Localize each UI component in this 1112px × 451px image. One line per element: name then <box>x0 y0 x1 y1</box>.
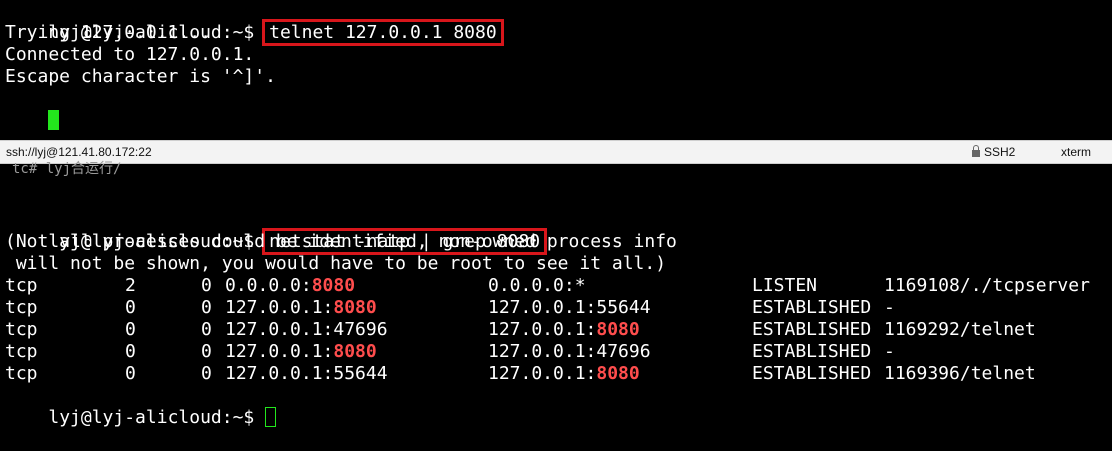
proto-cell: tcp <box>5 341 38 362</box>
session-status-bar: ssh://lyj@121.41.80.172:22 SSH2 xterm <box>0 140 1112 164</box>
local-address-cell: 0.0.0.0:8080 <box>225 275 356 296</box>
send-q-cell: 0 <box>201 275 212 296</box>
state-cell: ESTABLISHED <box>752 297 872 318</box>
program-cell: 1169108/./tcpserver <box>884 275 1090 296</box>
terminal-top[interactable]: lyj@lyj-alicloud:~$ telnet 127.0.0.1 808… <box>0 0 1112 140</box>
session-address: ssh://lyj@121.41.80.172:22 <box>6 145 152 159</box>
output-line: Connected to 127.0.0.1. <box>5 44 255 65</box>
recv-q-cell: 0 <box>125 319 136 340</box>
recv-q-cell: 0 <box>125 363 136 384</box>
port-highlight: 8080 <box>596 363 640 384</box>
tab-strip-remnant: tc# lyj合运行/ <box>0 161 1112 184</box>
foreign-address-cell: 127.0.0.1:55644 <box>488 297 651 318</box>
ghost-tab-text: tc# lyj合运行/ <box>12 161 122 177</box>
send-q-cell: 0 <box>201 341 212 362</box>
netstat-row: tcp 0 0 127.0.0.1:55644 127.0.0.1:8080 ESTABL… <box>5 363 1105 385</box>
foreign-address-cell: 0.0.0.0:* <box>488 275 586 296</box>
local-address-cell: 127.0.0.1:47696 <box>225 319 388 340</box>
output-line: Trying 127.0.0.1... <box>5 22 211 43</box>
foreign-address-cell: 127.0.0.1:8080 <box>488 319 640 340</box>
prompt-line: lyj@lyj-alicloud:~$ netstat -natp | grep… <box>5 209 548 255</box>
port-highlight: 8080 <box>333 297 377 318</box>
send-q-cell: 0 <box>201 363 212 384</box>
prompt: lyj@lyj-alicloud:~$ <box>48 407 255 428</box>
state-cell: ESTABLISHED <box>752 319 872 340</box>
program-cell: - <box>884 297 895 318</box>
cursor-line <box>5 88 60 130</box>
state-cell: ESTABLISHED <box>752 341 872 362</box>
program-cell: 1169292/telnet <box>884 319 1036 340</box>
port-highlight: 8080 <box>596 319 640 340</box>
send-q-cell: 0 <box>201 297 212 318</box>
proto-cell: tcp <box>5 363 38 384</box>
local-address-cell: 127.0.0.1:8080 <box>225 297 377 318</box>
telnet-command: telnet 127.0.0.1 8080 <box>262 19 504 46</box>
netstat-row: tcp 2 0 0.0.0.0:8080 0.0.0.0:* LISTEN 1169108/… <box>5 275 1105 297</box>
local-address-cell: 127.0.0.1:8080 <box>225 341 377 362</box>
foreign-address-cell: 127.0.0.1:8080 <box>488 363 640 384</box>
prompt-line: lyj@lyj-alicloud:~$ telnet 127.0.0.1 808… <box>5 0 504 46</box>
terminal-cursor <box>48 110 60 130</box>
state-cell: LISTEN <box>752 275 818 296</box>
proto-cell: tcp <box>5 319 38 340</box>
netstat-row: tcp 0 0 127.0.0.1:47696 127.0.0.1:8080 ESTABL… <box>5 319 1105 341</box>
netstat-row: tcp 0 0 127.0.0.1:8080 127.0.0.1:55644 ESTABL… <box>5 297 1105 319</box>
port-highlight: 8080 <box>333 341 377 362</box>
notice-line: will not be shown, you would have to be … <box>5 253 667 274</box>
notice-line: (Not all processes could be identified, … <box>5 231 677 252</box>
protocol-indicator: SSH2 <box>972 145 1015 159</box>
send-q-cell: 0 <box>201 319 212 340</box>
program-cell: 1169396/telnet <box>884 363 1036 384</box>
port-highlight: 8080 <box>311 275 356 296</box>
state-cell: ESTABLISHED <box>752 363 872 384</box>
local-address-cell: 127.0.0.1:55644 <box>225 363 388 384</box>
recv-q-cell: 2 <box>125 275 136 296</box>
terminal-type: xterm <box>1061 145 1091 159</box>
recv-q-cell: 0 <box>125 297 136 318</box>
terminal-cursor <box>265 407 277 427</box>
proto-cell: tcp <box>5 275 38 296</box>
protocol-label: SSH2 <box>984 145 1016 159</box>
foreign-address-cell: 127.0.0.1:47696 <box>488 341 651 362</box>
recv-q-cell: 0 <box>125 341 136 362</box>
program-cell: - <box>884 341 895 362</box>
terminal-bottom[interactable]: lyj@lyj-alicloud:~$ netstat -natp | grep… <box>0 184 1112 428</box>
lock-icon <box>972 145 980 157</box>
proto-cell: tcp <box>5 297 38 318</box>
netstat-row: tcp 0 0 127.0.0.1:8080 127.0.0.1:47696 ESTABL… <box>5 341 1105 363</box>
final-prompt-line: lyj@lyj-alicloud:~$ <box>5 385 277 428</box>
output-line: Escape character is '^]'. <box>5 66 276 87</box>
